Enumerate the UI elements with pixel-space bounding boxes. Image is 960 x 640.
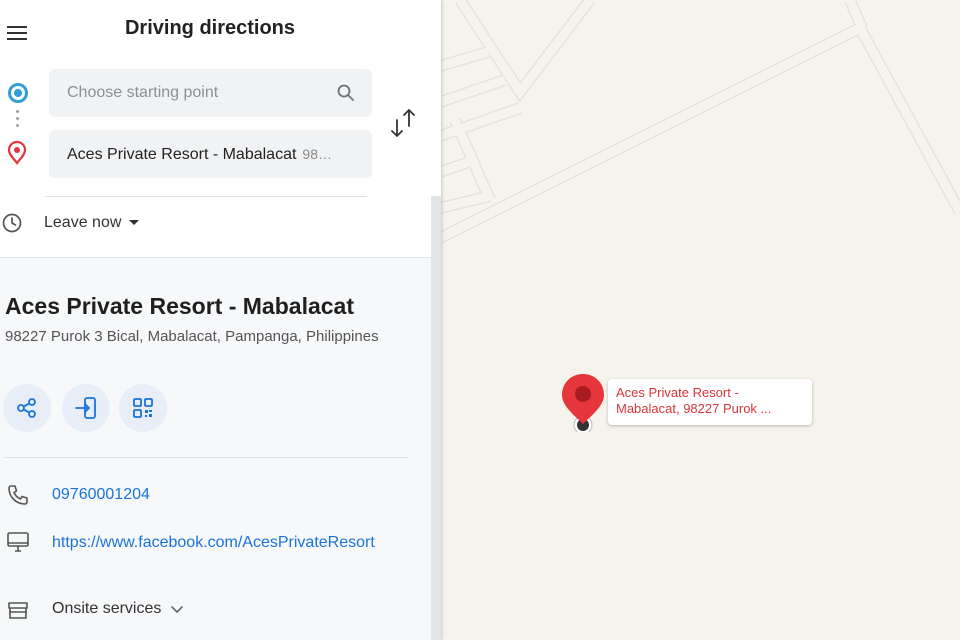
info-divider: [4, 457, 408, 458]
website-link[interactable]: https://www.facebook.com/AcesPrivateReso…: [52, 534, 412, 552]
page-title: Driving directions: [124, 17, 296, 39]
starting-point-placeholder: Choose starting point: [67, 84, 219, 101]
send-to-device-button[interactable]: [62, 384, 110, 432]
destination-address-truncated: 98…: [302, 146, 332, 162]
map-marker-label-line2: Mabalacat, 98227 Purok ...: [616, 401, 772, 416]
qr-code-icon: [133, 398, 153, 418]
onsite-services-label: Onsite services: [52, 600, 162, 617]
starting-point-input[interactable]: Choose starting point: [49, 69, 372, 117]
map-marker-label[interactable]: Aces Private Resort - Mabalacat, 98227 P…: [608, 379, 812, 425]
map-marker-label-line1: Aces Private Resort -: [616, 385, 739, 400]
directions-divider: [45, 196, 367, 197]
leave-time-dropdown[interactable]: Leave now: [44, 212, 140, 234]
phone-number-link[interactable]: 09760001204: [52, 486, 150, 504]
clock-icon: [2, 213, 22, 233]
monitor-icon: [7, 532, 29, 552]
destination-input[interactable]: Aces Private Resort - Mabalacat 98…: [49, 130, 372, 178]
share-button[interactable]: [3, 384, 51, 432]
origin-circle-icon: [8, 83, 28, 103]
route-connector-dots: [16, 110, 20, 134]
panel-scrollbar-thumb[interactable]: [431, 196, 441, 640]
destination-map-marker[interactable]: [561, 372, 607, 432]
share-icon: [17, 398, 36, 418]
search-icon[interactable]: [336, 83, 356, 103]
destination-value: Aces Private Resort - Mabalacat: [67, 146, 297, 163]
hamburger-menu-button[interactable]: [6, 22, 32, 46]
qr-code-button[interactable]: [119, 384, 167, 432]
place-address: 98227 Purok 3 Bical, Mabalacat, Pampanga…: [5, 328, 379, 345]
map-pin-icon: [562, 374, 604, 432]
chevron-down-icon: [171, 605, 183, 613]
phone-icon: [8, 485, 28, 505]
leave-time-label: Leave now: [44, 214, 122, 231]
directions-card: Driving directions Choose starting point…: [0, 0, 441, 258]
swap-arrows-icon[interactable]: [388, 106, 418, 140]
caret-down-icon: [129, 220, 140, 226]
place-name: Aces Private Resort - Mabalacat: [5, 293, 354, 319]
onsite-services-toggle[interactable]: Onsite services: [52, 600, 184, 618]
location-pin-icon: [7, 140, 27, 165]
send-to-device-icon: [75, 397, 96, 419]
panel-scrollbar[interactable]: [431, 196, 441, 640]
side-panel: Driving directions Choose starting point…: [0, 0, 441, 640]
storefront-icon: [8, 602, 28, 619]
